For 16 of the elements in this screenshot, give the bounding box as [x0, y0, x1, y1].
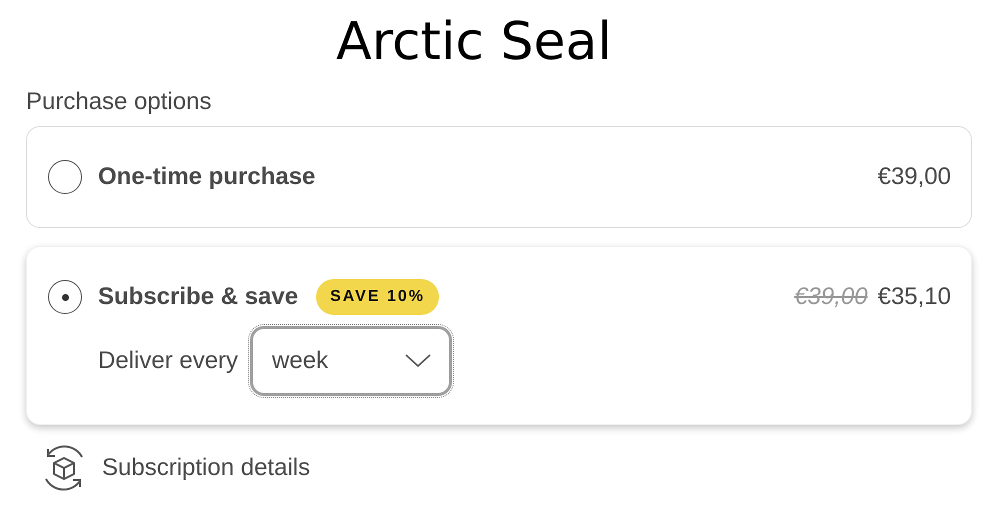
- frequency-dropdown[interactable]: week: [250, 326, 452, 396]
- price: €35,10: [878, 283, 951, 311]
- option-label: Subscribe & save: [98, 283, 298, 311]
- frequency-label: Deliver every: [98, 347, 238, 375]
- radio-button[interactable]: [48, 280, 82, 314]
- chevron-down-icon: [405, 354, 432, 368]
- subscription-details-link[interactable]: Subscription details: [102, 454, 310, 482]
- option-card[interactable]: One-time purchase €39,00: [26, 126, 972, 228]
- product-title: Arctic Seal: [335, 11, 613, 74]
- discount-badge: SAVE 10%: [316, 279, 439, 315]
- original-price: €39,00: [794, 283, 868, 311]
- radio-button[interactable]: [48, 160, 82, 194]
- price: €39,00: [878, 163, 951, 191]
- section-label: Purchase options: [26, 88, 212, 116]
- option-label: One-time purchase: [98, 163, 316, 191]
- option-card[interactable]: Subscribe & save SAVE 10% €39,00 €35,10 Deliver every week: [26, 246, 972, 425]
